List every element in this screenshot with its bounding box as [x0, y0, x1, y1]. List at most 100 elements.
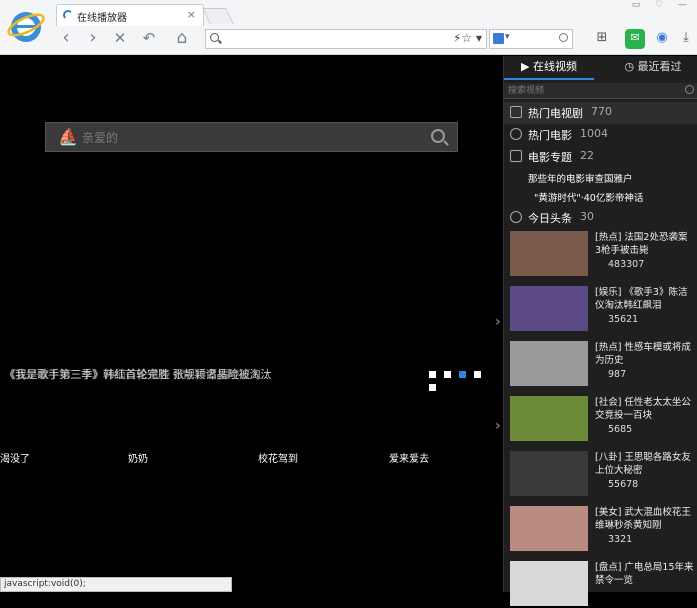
- news-thumbnail[interactable]: [510, 451, 588, 496]
- news-title[interactable]: [盘点] 广电总局15年来禁令一览: [595, 561, 695, 587]
- sidebar-tabs: ▶ 在线视频 ◷ 最近看过: [504, 56, 697, 80]
- news-item[interactable]: [热点] 性感车模或将成为历史 987: [510, 341, 696, 388]
- tv-icon: [510, 106, 522, 118]
- news-title[interactable]: [八卦] 王思聪各路女友上位大秘密: [595, 451, 695, 477]
- category-count: 1004: [580, 127, 608, 140]
- tab-recent[interactable]: ◷ 最近看过: [608, 56, 697, 80]
- news-item[interactable]: [盘点] 广电总局15年来禁令一览: [510, 561, 696, 608]
- category-headlines[interactable]: 今日头条 30: [504, 207, 697, 229]
- category-label: 热门电视剧: [528, 107, 583, 120]
- tab-title: 在线播放器: [77, 13, 127, 24]
- tab-label: 最近看过: [637, 60, 682, 73]
- carousel-caption[interactable]: 《我是歌手第三季》孙楠首轮遭袭 歌手排名揭晓班人 《我是歌手第三季》韩红首轮完胜…: [4, 366, 272, 382]
- category-tv[interactable]: 热门电视剧 770: [504, 102, 697, 124]
- sidebar: ▶ 在线视频 ◷ 最近看过 热门电视剧 770 热门电影 1004 电影专题 2…: [503, 56, 697, 606]
- category-movie[interactable]: 热门电影 1004: [504, 124, 697, 146]
- news-views: 5685: [608, 424, 633, 435]
- news-views: 3321: [608, 534, 633, 545]
- news-item[interactable]: [美女] 武大混血校花王维琳秒杀黄知刚 3321: [510, 506, 696, 553]
- ie-logo-icon[interactable]: [5, 5, 47, 47]
- status-bar: javascript:void(0);: [0, 577, 232, 592]
- news-title[interactable]: [美女] 武大混血校花王维琳秒杀黄知刚: [595, 506, 695, 532]
- news-thumbnail[interactable]: [510, 396, 588, 441]
- sidebar-search-input[interactable]: [508, 84, 668, 98]
- window-controls[interactable]: ▭ ♡ —: [632, 0, 693, 10]
- caption-front: 《我是歌手第三季》韩红首轮完胜 张靓颖谭晶险被淘汰: [4, 368, 272, 381]
- tag-item[interactable]: 渴没了: [0, 450, 30, 465]
- search-icon[interactable]: [685, 85, 694, 94]
- news-title[interactable]: [热点] 法国2处恐袭案 3枪手被击毙: [595, 231, 695, 257]
- ship-icon: ⛵: [58, 127, 78, 146]
- category-count: 22: [580, 149, 594, 162]
- topic-link[interactable]: "黄游时代"·40亿影帝神话: [534, 190, 643, 204]
- news-item[interactable]: [八卦] 王思聪各路女友上位大秘密 55678: [510, 451, 696, 498]
- back-button[interactable]: ‹: [54, 27, 78, 51]
- news-views: 35621: [608, 314, 639, 325]
- news-item[interactable]: [社会] 任性老太太坐公交竞投一百块 5685: [510, 396, 696, 443]
- tag-item[interactable]: 校花驾到: [258, 450, 298, 465]
- category-topics[interactable]: 电影专题 22: [504, 146, 697, 168]
- tag-item[interactable]: 爱来爱去: [389, 450, 429, 465]
- news-views: 987: [608, 369, 627, 380]
- search-engine-icon[interactable]: [493, 33, 504, 44]
- chevron-right-icon[interactable]: ›: [495, 314, 501, 330]
- carousel-dots[interactable]: [429, 368, 503, 394]
- undo-button[interactable]: ↶: [137, 27, 161, 51]
- topic-link[interactable]: 那些年的电影审查国雅户: [528, 171, 633, 185]
- news-title[interactable]: [社会] 任性老太太坐公交竞投一百块: [595, 396, 695, 422]
- carousel-dot[interactable]: [459, 371, 466, 378]
- news-thumbnail[interactable]: [510, 341, 588, 386]
- address-bar-icons[interactable]: ⚡☆ ▾: [453, 31, 482, 45]
- browser-chrome: 在线播放器 × ‹ › ✕ ↶ ⌂ ⚡☆ ▾ ▾ ⊞ ✉ ◉ ⤓ ▭ ♡ —: [0, 0, 697, 55]
- carousel-dot[interactable]: [444, 371, 451, 378]
- video-main-area: ⛵ 《我是歌手第三季》孙楠首轮遭袭 歌手排名揭晓班人 《我是歌手第三季》韩红首轮…: [0, 56, 503, 592]
- video-search-bar[interactable]: ⛵: [45, 122, 458, 152]
- stop-button[interactable]: ✕: [108, 27, 132, 51]
- chevron-right-icon[interactable]: ›: [495, 418, 501, 434]
- news-thumbnail[interactable]: [510, 561, 588, 606]
- grid-icon[interactable]: ⊞: [592, 29, 612, 49]
- sidebar-search[interactable]: [504, 83, 697, 99]
- category-count: 30: [580, 210, 594, 223]
- search-icon[interactable]: [559, 33, 568, 42]
- carousel-dot[interactable]: [429, 384, 436, 391]
- carousel-dot[interactable]: [429, 371, 436, 378]
- news-item[interactable]: [热点] 法国2处恐袭案 3枪手被击毙 483307: [510, 231, 696, 278]
- film-reel-icon: [510, 128, 522, 140]
- forward-button[interactable]: ›: [81, 27, 105, 51]
- close-tab-icon[interactable]: ×: [187, 8, 196, 21]
- home-button[interactable]: ⌂: [170, 27, 194, 51]
- new-tab-button[interactable]: [202, 8, 234, 24]
- news-title[interactable]: [热点] 性感车模或将成为历史: [595, 341, 695, 367]
- news-item[interactable]: [娱乐] 《歌手3》陈洁仪淘汰韩红飙泪 35621: [510, 286, 696, 333]
- tab-online-video[interactable]: ▶ 在线视频: [504, 56, 594, 80]
- list-icon: [510, 150, 522, 162]
- category-count: 770: [591, 105, 612, 118]
- search-icon[interactable]: [431, 129, 445, 143]
- news-views: 55678: [608, 479, 639, 490]
- address-bar[interactable]: ⚡☆ ▾: [205, 29, 487, 49]
- download-icon[interactable]: ⤓: [676, 29, 696, 49]
- target-icon: [510, 211, 522, 223]
- loading-icon: [63, 10, 73, 20]
- news-thumbnail[interactable]: [510, 506, 588, 551]
- tag-item[interactable]: 奶奶: [128, 450, 148, 465]
- search-icon: [210, 33, 219, 42]
- clock-icon: ◷: [624, 60, 638, 73]
- category-label: 热门电影: [528, 129, 572, 142]
- carousel-dot[interactable]: [474, 371, 481, 378]
- news-views: 483307: [608, 259, 645, 270]
- news-thumbnail[interactable]: [510, 286, 588, 331]
- play-icon: ▶: [521, 60, 533, 73]
- wechat-icon[interactable]: ✉: [625, 29, 645, 49]
- news-thumbnail[interactable]: [510, 231, 588, 276]
- news-title[interactable]: [娱乐] 《歌手3》陈洁仪淘汰韩红飙泪: [595, 286, 695, 312]
- tab-label: 在线视频: [532, 60, 577, 73]
- tab-player[interactable]: 在线播放器 ×: [56, 4, 204, 26]
- search-box[interactable]: ▾: [489, 29, 573, 49]
- category-label: 今日头条: [528, 212, 572, 225]
- video-search-input[interactable]: [82, 129, 382, 147]
- play-circle-icon[interactable]: ◉: [652, 29, 672, 49]
- chevron-down-icon[interactable]: ▾: [505, 32, 510, 42]
- category-label: 电影专题: [528, 151, 572, 164]
